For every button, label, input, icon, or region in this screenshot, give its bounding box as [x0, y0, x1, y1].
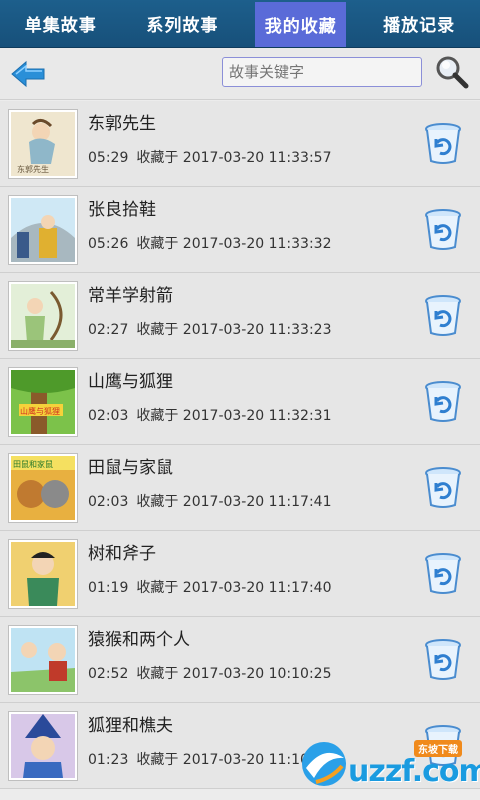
search-bar — [0, 48, 480, 100]
delete-button[interactable] — [422, 637, 464, 681]
search-button[interactable] — [434, 54, 470, 90]
story-thumbnail — [8, 625, 78, 695]
story-title: 树和斧子 — [88, 544, 156, 564]
story-duration: 02:52 — [88, 666, 129, 682]
saved-time: 收藏于 2017-03-20 11:33:57 — [136, 150, 332, 166]
story-title: 东郭先生 — [88, 114, 156, 134]
search-input[interactable] — [222, 57, 422, 87]
list-item[interactable]: 猿猴和两个人 02:52 收藏于 2017-03-20 10:10:25 — [0, 617, 480, 703]
story-thumbnail: 东郭先生 — [8, 109, 78, 179]
trash-can-icon — [425, 123, 461, 164]
trash-can-icon — [425, 381, 461, 422]
thumbnail-caption: 山鹰与狐狸 — [20, 406, 60, 416]
saved-time: 收藏于 2017-03-20 11:33:32 — [136, 236, 332, 252]
story-duration: 01:19 — [88, 580, 129, 596]
story-title: 常羊学射箭 — [88, 286, 173, 306]
delete-button[interactable] — [422, 465, 464, 509]
story-duration: 01:23 — [88, 752, 129, 768]
list-item[interactable]: 张良拾鞋 05:26 收藏于 2017-03-20 11:33:32 — [0, 187, 480, 273]
saved-time: 收藏于 2017-03-20 11:17:40 — [136, 580, 332, 596]
story-title: 山鹰与狐狸 — [88, 372, 173, 392]
story-meta: 01:23 收藏于 2017-03-20 11:10 — [88, 749, 309, 769]
story-meta: 02:52 收藏于 2017-03-20 10:10:25 — [88, 663, 332, 683]
saved-time: 收藏于 2017-03-20 10:10:25 — [136, 666, 332, 682]
delete-button[interactable] — [422, 121, 464, 165]
story-thumbnail — [8, 281, 78, 351]
story-duration: 02:03 — [88, 494, 129, 510]
tab-series-stories[interactable]: 系列故事 — [122, 0, 244, 47]
delete-button[interactable] — [422, 379, 464, 423]
story-duration: 05:26 — [88, 236, 129, 252]
tab-play-history[interactable]: 播放记录 — [358, 0, 480, 47]
tab-my-favorites[interactable]: 我的收藏 — [255, 2, 347, 47]
tab-single-stories[interactable]: 单集故事 — [0, 0, 122, 47]
story-meta: 02:27 收藏于 2017-03-20 11:33:23 — [88, 319, 332, 339]
tab-bar: 单集故事 系列故事 我的收藏 播放记录 — [0, 0, 480, 48]
list-item[interactable]: 树和斧子 01:19 收藏于 2017-03-20 11:17:40 — [0, 531, 480, 617]
delete-button[interactable] — [422, 551, 464, 595]
story-meta: 02:03 收藏于 2017-03-20 11:32:31 — [88, 405, 332, 425]
story-meta: 05:26 收藏于 2017-03-20 11:33:32 — [88, 233, 332, 253]
story-meta: 02:03 收藏于 2017-03-20 11:17:41 — [88, 491, 332, 511]
trash-can-icon — [425, 639, 461, 680]
story-title: 狐狸和樵夫 — [88, 716, 173, 736]
saved-time: 收藏于 2017-03-20 11:33:23 — [136, 322, 332, 338]
story-title: 猿猴和两个人 — [88, 630, 190, 650]
back-button[interactable] — [8, 58, 48, 90]
story-meta: 01:19 收藏于 2017-03-20 11:17:40 — [88, 577, 332, 597]
saved-time: 收藏于 2017-03-20 11:17:41 — [136, 494, 332, 510]
thumbnail-caption: 东郭先生 — [17, 164, 49, 174]
magnifier-icon — [436, 56, 469, 89]
saved-time: 收藏于 2017-03-20 11:10 — [136, 752, 309, 768]
story-title: 田鼠与家鼠 — [88, 458, 173, 478]
story-meta: 05:29 收藏于 2017-03-20 11:33:57 — [88, 147, 332, 167]
story-duration: 05:29 — [88, 150, 129, 166]
favorites-list: 东郭先生 东郭先生 05:29 收藏于 2017-03-20 11:33:57 — [0, 101, 480, 800]
story-thumbnail: 山鹰与狐狸 — [8, 367, 78, 437]
saved-time: 收藏于 2017-03-20 11:32:31 — [136, 408, 332, 424]
story-title: 张良拾鞋 — [88, 200, 156, 220]
story-thumbnail: 田鼠和家鼠 — [8, 453, 78, 523]
list-item[interactable]: 田鼠和家鼠 田鼠与家鼠 02:03 收藏于 2017-03-20 11:17:41 — [0, 445, 480, 531]
list-item[interactable]: 东郭先生 东郭先生 05:29 收藏于 2017-03-20 11:33:57 — [0, 101, 480, 187]
back-arrow-icon — [11, 60, 45, 88]
list-item[interactable]: 常羊学射箭 02:27 收藏于 2017-03-20 11:33:23 — [0, 273, 480, 359]
story-thumbnail — [8, 711, 78, 781]
trash-can-icon — [425, 295, 461, 336]
delete-button[interactable] — [422, 207, 464, 251]
list-item[interactable]: 山鹰与狐狸 山鹰与狐狸 02:03 收藏于 2017-03-20 11:32:31 — [0, 359, 480, 445]
story-duration: 02:03 — [88, 408, 129, 424]
trash-can-icon — [425, 553, 461, 594]
watermark-text: uzzf.com — [348, 754, 480, 789]
watermark-logo-icon — [302, 742, 346, 786]
story-thumbnail — [8, 539, 78, 609]
trash-can-icon — [425, 209, 461, 250]
story-thumbnail — [8, 195, 78, 265]
thumbnail-caption: 田鼠和家鼠 — [13, 459, 53, 469]
delete-button[interactable] — [422, 293, 464, 337]
story-duration: 02:27 — [88, 322, 129, 338]
watermark-badge: 东坡下载 — [414, 740, 462, 757]
site-watermark: uzzf.com 东坡下载 — [296, 734, 480, 794]
trash-can-icon — [425, 467, 461, 508]
